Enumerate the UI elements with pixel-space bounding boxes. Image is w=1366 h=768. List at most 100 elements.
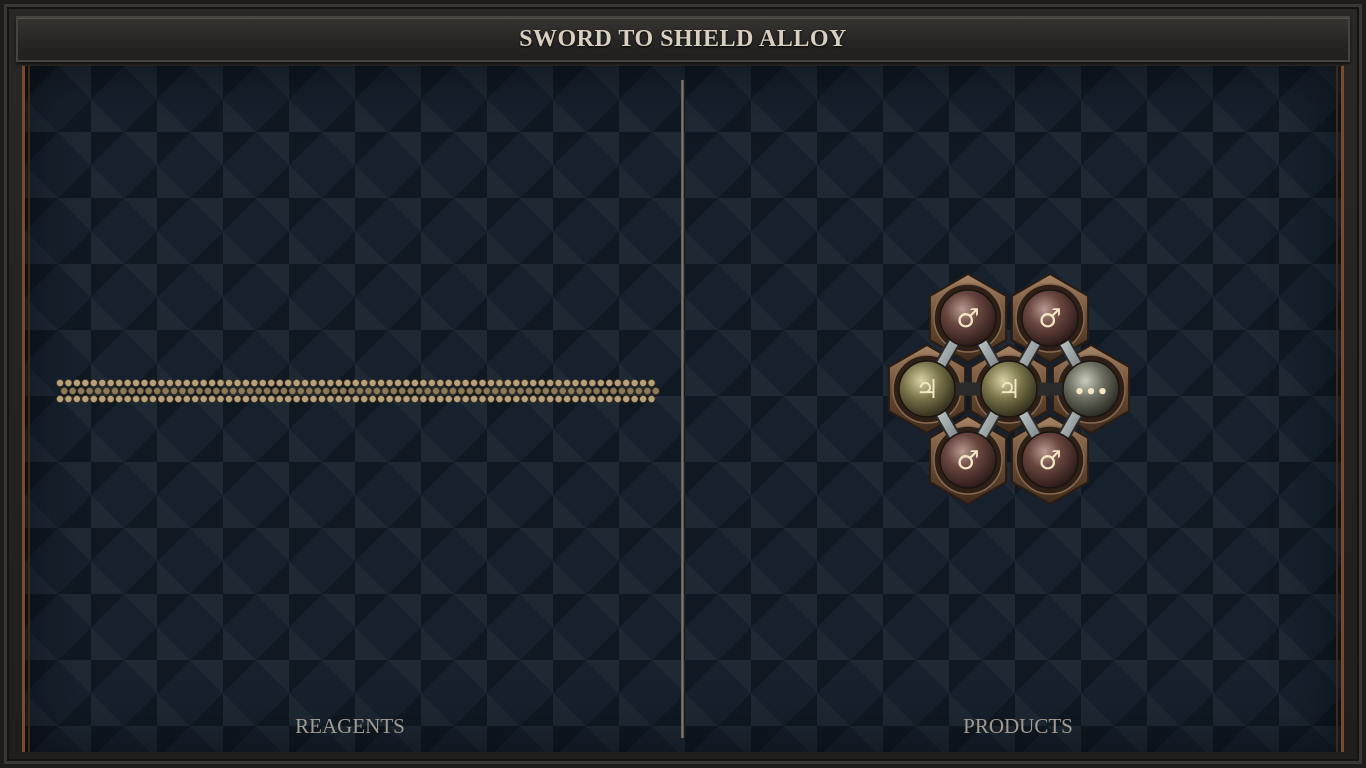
reagent-atom (377, 394, 386, 403)
reagent-atom (419, 379, 428, 387)
reagent-atom (60, 386, 69, 395)
reagent-atom (225, 379, 234, 387)
reagent-atom (596, 394, 605, 403)
reagent-atom (563, 394, 572, 403)
reagent-atom (529, 379, 538, 387)
reagent-atom (296, 386, 305, 395)
reagent-atom (368, 379, 377, 387)
reagent-atom (571, 394, 580, 403)
reagent-atom (174, 379, 183, 387)
reagent-atom (436, 379, 445, 387)
reagent-atom (596, 379, 605, 387)
reagent-atom (554, 394, 563, 403)
reagent-atom (461, 394, 470, 403)
reagent-atom (68, 386, 77, 395)
reagent-atom (647, 379, 656, 387)
reagent-atom (182, 394, 191, 403)
reagent-atom (263, 386, 272, 395)
reagent-atom (537, 379, 546, 387)
reagent-atom (360, 394, 369, 403)
reagent-atom (588, 379, 597, 387)
reagent-atom (148, 394, 157, 403)
reagent-atom (199, 394, 208, 403)
reagent-atom (550, 386, 559, 395)
reagent-atom (301, 394, 310, 403)
reagent-atom (584, 386, 593, 395)
reagent-atom (605, 379, 614, 387)
reagent-atom (503, 394, 512, 403)
reagent-atom (309, 394, 318, 403)
reagent-atom (470, 394, 479, 403)
reagent-atom (622, 394, 631, 403)
reagent-atom (85, 386, 94, 395)
reagent-atom (622, 379, 631, 387)
reagent-atom (372, 386, 381, 395)
reagent-atom (241, 394, 250, 403)
reagent-atom (626, 386, 635, 395)
reagent-atom (478, 379, 487, 387)
reagent-atom (199, 379, 208, 387)
reagent-atom (546, 379, 555, 387)
reagent-atom (351, 394, 360, 403)
reagent-atom (461, 379, 470, 387)
reagent-atom (174, 394, 183, 403)
panel-divider (681, 80, 684, 738)
reagent-atom (102, 386, 111, 395)
reagent-atom (237, 386, 246, 395)
reagent-atom (343, 379, 352, 387)
reagent-atom (233, 394, 242, 403)
reagent-atom (478, 394, 487, 403)
title-bar: SWORD TO SHIELD ALLOY (16, 16, 1350, 62)
reagent-atom (157, 379, 166, 387)
reagent-atom (64, 379, 73, 387)
reagent-atom (182, 379, 191, 387)
reagent-atom (334, 379, 343, 387)
reagent-atom (613, 394, 622, 403)
reagent-atom (212, 386, 221, 395)
reagent-atom (630, 394, 639, 403)
reagent-atom (470, 379, 479, 387)
reagent-atom (317, 394, 326, 403)
reagent-atom (389, 386, 398, 395)
reagent-atom (288, 386, 297, 395)
reagent-atom (317, 379, 326, 387)
reagent-atom (554, 379, 563, 387)
reagent-atom (385, 379, 394, 387)
reagent-atom (609, 386, 618, 395)
reagent-atom (148, 379, 157, 387)
reagent-atom (651, 386, 660, 395)
reagent-atom (326, 394, 335, 403)
reagent-atom (89, 379, 98, 387)
reagent-atom (491, 386, 500, 395)
reagent-atom (110, 386, 119, 395)
reagent-atom (474, 386, 483, 395)
reagent-atom (178, 386, 187, 395)
reagent-atom (639, 379, 648, 387)
reagent-atom (153, 386, 162, 395)
reagent-atom (339, 386, 348, 395)
reagent-atom (541, 386, 550, 395)
reagent-atom (643, 386, 652, 395)
reagent-atom (233, 379, 242, 387)
reagent-atom (275, 379, 284, 387)
reagent-atom (157, 394, 166, 403)
reagent-atom (165, 379, 174, 387)
reagent-atom (444, 394, 453, 403)
reagent-atom (592, 386, 601, 395)
reagent-atom (81, 379, 90, 387)
reagent-atom (216, 379, 225, 387)
reagent-atom (94, 386, 103, 395)
reagent-atom (225, 394, 234, 403)
reagent-chain[interactable] (56, 376, 660, 408)
reagent-atom (364, 386, 373, 395)
reagent-atom (444, 379, 453, 387)
reagent-atom (275, 394, 284, 403)
reagent-atom (313, 386, 322, 395)
reagent-atom (630, 379, 639, 387)
reagent-atom (326, 379, 335, 387)
reagent-atom (567, 386, 576, 395)
reagent-atom (347, 386, 356, 395)
reagent-atom (520, 394, 529, 403)
reagent-atom (81, 394, 90, 403)
reagent-atom (170, 386, 179, 395)
